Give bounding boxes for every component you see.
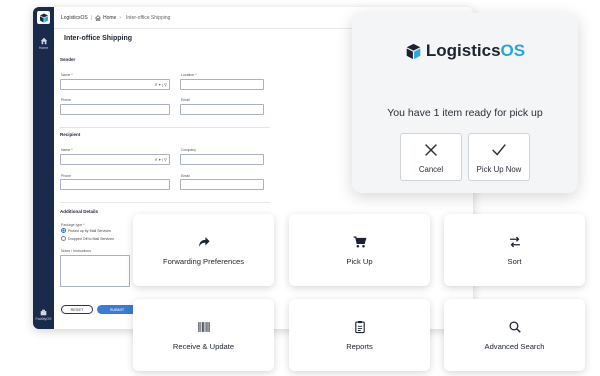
sender-location-label: Location * [181,73,197,77]
tile-pick-up[interactable]: Pick Up [289,214,430,286]
share-arrow-icon [198,236,210,247]
breadcrumb-chevron: › [119,14,122,21]
clipboard-icon [354,320,365,333]
search-icon [508,320,521,333]
notes-textarea[interactable] [60,255,130,287]
section-divider-2 [60,202,270,203]
radio-option-pickup-label: Picked up by Mail Services [68,228,111,233]
sender-email-field[interactable] [180,104,264,115]
checkmark-icon [492,143,506,156]
tile-receive-label: Receive & Update [172,341,235,351]
section-divider [60,127,270,128]
app-sidebar: Home FacilityOS [33,7,54,329]
pick-up-now-label: Pick Up Now [476,164,522,174]
recipient-phone-field[interactable] [60,179,170,190]
recipient-company-field[interactable] [180,154,264,165]
sender-name-field[interactable]: ✕ ▾ | ⚲ [60,79,170,90]
sender-heading: Sender [60,57,76,62]
brand-name-part1: Logistics [425,41,501,60]
sender-location-field[interactable] [180,79,264,90]
barcode-icon [197,321,210,332]
breadcrumb-current: Inter-office Shipping [126,14,171,21]
logo-cube-icon [406,43,421,59]
app-name: LogisticsOS [61,14,88,21]
cart-icon [353,235,366,247]
notes-label: Notes / Instructions [61,249,91,253]
package-type-label: Package type * [61,223,85,227]
tile-reports-label: Reports [346,341,373,351]
recipient-heading: Recipient [60,132,81,137]
swap-arrows-icon [509,236,520,247]
tile-search-label: Advanced Search [484,341,545,351]
sender-name-label: Name * [61,73,73,77]
tile-receive-update[interactable]: Receive & Update [133,299,274,371]
recipient-email-label: Email [181,174,190,178]
breadcrumb-home-icon[interactable] [95,14,101,21]
recipient-company-label: Company [181,148,196,152]
sidebar-item-home[interactable]: Home [33,37,54,50]
sender-phone-field[interactable] [60,104,170,115]
cancel-label: Cancel [418,164,444,174]
radio-option-dropoff[interactable]: Dropped Off to Mail Services [61,236,114,241]
sender-phone-label: Phone [61,98,72,102]
sidebar-facility-label: FacilityOS [35,317,52,321]
recipient-email-field[interactable] [180,179,264,190]
radio-unselected-icon [61,236,66,241]
recipient-name-field-icons: ✕ ▾ | ⚲ [154,157,167,162]
facility-icon [40,309,47,316]
tile-sort-label: Sort [507,256,522,266]
reset-button[interactable]: RESET [61,305,93,314]
brand-name-part2: OS [500,41,526,60]
close-icon [425,143,437,156]
sender-name-field-icons: ✕ ▾ | ⚲ [154,82,167,87]
tile-advanced-search[interactable]: Advanced Search [444,299,585,371]
radio-option-dropoff-label: Dropped Off to Mail Services [68,236,114,241]
tile-forwarding-label: Forwarding Preferences [162,256,245,266]
pick-up-now-button[interactable]: Pick Up Now [468,133,530,181]
breadcrumb-home[interactable]: Home [103,15,116,21]
modal-message: You have 1 item ready for pick up [387,107,543,119]
app-logo[interactable] [37,11,50,24]
tile-forwarding-preferences[interactable]: Forwarding Preferences [133,214,274,286]
recipient-name-label: Name * [61,148,73,152]
modal-logo: Logistics OS [352,41,578,61]
tile-sort[interactable]: Sort [444,214,585,286]
tile-pick-up-label: Pick Up [346,256,373,266]
radio-option-pickup[interactable]: Picked up by Mail Services [61,228,111,233]
recipient-phone-label: Phone [61,174,72,178]
pickup-modal: Logistics OS You have 1 item ready for pi… [352,13,578,193]
sidebar-home-label: Home [38,46,49,50]
additional-heading: Additional Details [60,209,99,214]
tile-reports[interactable]: Reports [289,299,430,371]
submit-button[interactable]: SUBMIT [97,305,137,314]
radio-selected-icon [61,228,66,233]
logo-cube-icon [39,13,48,22]
cancel-button[interactable]: Cancel [400,133,462,181]
sidebar-item-facility[interactable]: FacilityOS [33,309,54,321]
sender-email-label: Email [181,98,190,102]
home-icon [40,37,47,45]
topbar-separator: | [90,14,92,21]
recipient-name-field[interactable]: ✕ ▾ | ⚲ [60,154,170,165]
